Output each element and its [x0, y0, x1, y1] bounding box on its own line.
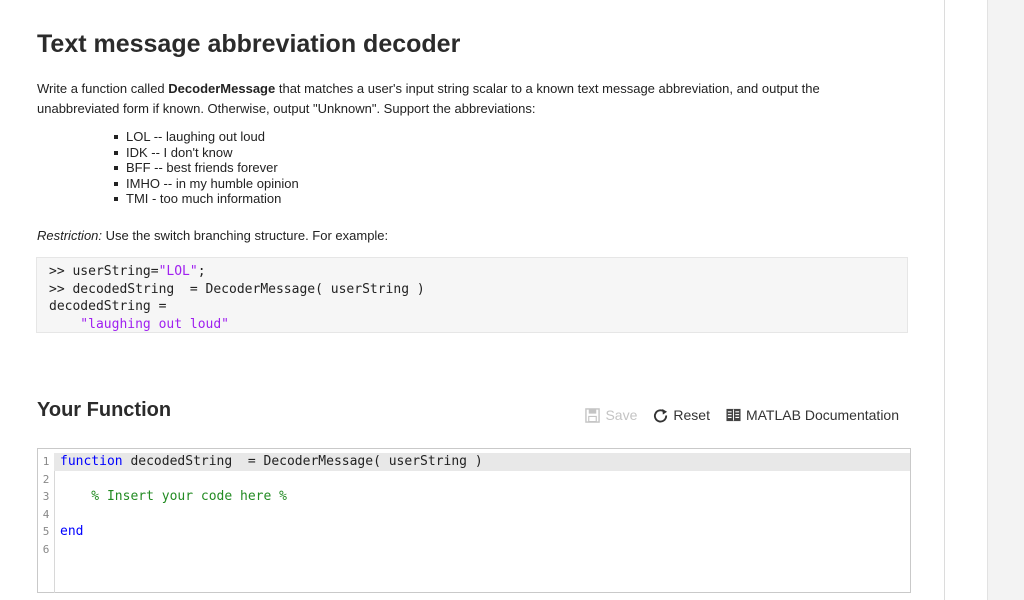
- code-area[interactable]: function decodedString = DecoderMessage(…: [54, 453, 910, 559]
- save-button[interactable]: Save: [585, 407, 637, 423]
- function-signature: decodedString = DecoderMessage( userStri…: [122, 454, 483, 469]
- line-number: 5: [42, 525, 50, 538]
- abbreviation-list: LOL -- laughing out loud IDK -- I don't …: [114, 129, 299, 207]
- book-icon: [726, 408, 741, 422]
- line-number: 3: [42, 490, 50, 503]
- code-editor[interactable]: 1 2 3 4 5 6 function decodedString = Dec…: [37, 448, 911, 593]
- restriction-text: Use the switch branching structure. For …: [102, 228, 389, 243]
- save-label: Save: [605, 407, 638, 423]
- code-line-3[interactable]: % Insert your code here %: [60, 488, 910, 506]
- save-icon: [585, 407, 601, 423]
- line-number: 1: [42, 455, 50, 468]
- line-number: 2: [42, 472, 50, 486]
- restriction-note: Restriction: Use the switch branching st…: [37, 228, 388, 243]
- your-function-title: Your Function: [37, 399, 172, 421]
- code-line-4[interactable]: [60, 506, 910, 524]
- line-number: 4: [42, 507, 50, 521]
- problem-page: Text message abbreviation decoder Write …: [0, 0, 945, 600]
- code-line-2[interactable]: [60, 471, 910, 489]
- line-number: 6: [42, 542, 50, 556]
- description-text-start: Write a function called: [37, 81, 169, 96]
- list-item: IDK -- I don't know: [114, 145, 299, 161]
- reset-label: Reset: [673, 407, 710, 423]
- editor-toolbar: Save Reset MATLAB Documentation: [585, 407, 899, 423]
- example-line-2: >> decodedString = DecoderMessage( userS…: [49, 281, 425, 297]
- example-semicolon: ;: [197, 264, 206, 279]
- code-line-5[interactable]: end: [60, 523, 910, 541]
- example-line-1: >> userString="LOL";: [49, 263, 895, 281]
- example-string: "LOL": [158, 264, 198, 279]
- example-line-4: "laughing out loud": [49, 316, 230, 332]
- list-item: LOL -- laughing out loud: [114, 129, 299, 145]
- list-item: IMHO -- in my humble opinion: [114, 175, 299, 191]
- right-gutter: [945, 0, 988, 600]
- list-item: BFF -- best friends forever: [114, 160, 299, 176]
- list-item: TMI - too much information: [114, 191, 299, 207]
- example-code-block: >> userString="LOL"; >> decodedString = D…: [36, 257, 908, 333]
- line-numbers: 1 2 3 4 5 6: [38, 453, 55, 593]
- page-title: Text message abbreviation decoder: [37, 30, 461, 58]
- function-keyword: function: [60, 454, 123, 469]
- example-prompt: >> userString=: [49, 264, 159, 279]
- example-line-3: decodedString =: [49, 299, 167, 314]
- problem-description: Write a function called DecoderMessage t…: [37, 79, 897, 119]
- restriction-label: Restriction:: [37, 228, 103, 243]
- code-line-1[interactable]: function decodedString = DecoderMessage(…: [54, 453, 910, 471]
- documentation-label: MATLAB Documentation: [745, 407, 899, 423]
- code-line-6[interactable]: [60, 541, 910, 559]
- reset-icon: [654, 408, 668, 423]
- function-name: DecoderMessage: [168, 81, 276, 96]
- reset-button[interactable]: Reset: [653, 407, 710, 423]
- matlab-documentation-link[interactable]: MATLAB Documentation: [726, 407, 899, 423]
